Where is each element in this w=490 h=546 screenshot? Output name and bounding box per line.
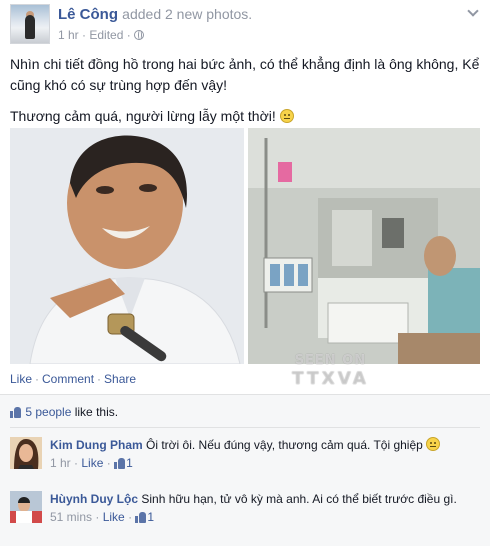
likes-count-link[interactable]: 5 people: [25, 405, 71, 419]
author-name-link[interactable]: Lê Công: [58, 6, 118, 23]
meta-separator: ·: [128, 510, 133, 524]
photo-portrait[interactable]: [10, 128, 244, 364]
comment-like-link[interactable]: Like: [103, 510, 125, 524]
post-actions: Like · Comment · Share: [10, 372, 136, 386]
comment-like-count[interactable]: 1: [126, 456, 133, 470]
post-header: Lê Công added 2 new photos. 1 hr · Edite…: [10, 4, 480, 46]
comment-author-link[interactable]: Hùynh Duy Lộc: [50, 492, 138, 506]
thumbs-up-icon: [10, 406, 22, 418]
post-meta: 1 hr · Edited ·: [58, 28, 145, 42]
post-paragraph-1: Nhìn chi tiết đồng hồ trong hai bức ảnh,…: [10, 56, 480, 93]
like-link[interactable]: Like: [10, 372, 32, 386]
commenter-avatar-image: [10, 491, 42, 523]
photo-portrait-illustration: [10, 128, 244, 364]
comment-timestamp[interactable]: 1 hr: [50, 456, 71, 470]
smile-emoticon-icon: [279, 109, 294, 123]
chevron-down-icon[interactable]: [466, 6, 480, 20]
watermark-line-2: TTXVA: [292, 369, 369, 389]
author-line: Lê Công added 2 new photos.: [58, 6, 252, 23]
photo-watermark: SEEN ON TTXVA: [292, 352, 369, 388]
comment-author-link[interactable]: Kim Dung Pham: [50, 438, 143, 452]
meta-separator: ·: [126, 28, 131, 42]
comment-content: Kim Dung Pham Ôi trời ôi. Nếu đúng vậy, …: [50, 437, 480, 453]
comment-item: Hùynh Duy Lộc Sinh hữu hạn, tử vô kỳ mà …: [10, 491, 480, 539]
likes-summary: 5 people like this.: [10, 405, 118, 419]
commenter-avatar[interactable]: [10, 491, 42, 523]
smile-emoticon-icon: [426, 437, 441, 451]
comment-meta: 1 hr · Like · 1: [50, 455, 480, 471]
divider: [10, 427, 480, 428]
likes-suffix: like this.: [71, 405, 119, 419]
post-paragraph-2: Thương cảm quá, người lừng lẫy một thời!: [10, 106, 480, 127]
watermark-line-1: SEEN ON: [294, 353, 367, 368]
comment-like-link[interactable]: Like: [81, 456, 103, 470]
thumbs-up-icon: [135, 511, 147, 523]
photo-hospital[interactable]: [248, 128, 480, 364]
post-message: Nhìn chi tiết đồng hồ trong hai bức ảnh,…: [10, 54, 480, 127]
avatar-figure-shape: [25, 15, 35, 39]
photo-hospital-illustration: [248, 128, 480, 364]
meta-separator: ·: [82, 28, 87, 42]
photo-grid: [10, 128, 480, 364]
thumbs-up-icon: [114, 457, 126, 469]
edited-link[interactable]: Edited: [89, 28, 123, 42]
share-link[interactable]: Share: [104, 372, 136, 386]
meta-separator: ·: [74, 456, 79, 470]
comment-content: Hùynh Duy Lộc Sinh hữu hạn, tử vô kỳ mà …: [50, 491, 480, 507]
action-separator: ·: [35, 372, 40, 386]
globe-icon[interactable]: [134, 30, 145, 40]
author-avatar[interactable]: [10, 4, 50, 44]
action-separator: ·: [97, 372, 102, 386]
comment-timestamp[interactable]: 51 mins: [50, 510, 92, 524]
comment-text: Sinh hữu hạn, tử vô kỳ mà anh. Ai có thể…: [141, 492, 457, 506]
feedback-section: 5 people like this. Kim Dung Pham Ôi trờ…: [0, 394, 490, 546]
comment-meta: 51 mins · Like · 1: [50, 509, 480, 525]
post-timestamp-link[interactable]: 1 hr: [58, 28, 79, 42]
commenter-avatar-image: [10, 437, 42, 469]
post-action-text: added 2 new photos.: [122, 6, 253, 22]
comment-text: Ôi trời ôi. Nếu đúng vậy, thương cảm quá…: [146, 438, 423, 452]
comment-item: Kim Dung Pham Ôi trời ôi. Nếu đúng vậy, …: [10, 437, 480, 485]
meta-separator: ·: [106, 456, 111, 470]
comment-body: Kim Dung Pham Ôi trời ôi. Nếu đúng vậy, …: [50, 437, 480, 471]
comment-like-count[interactable]: 1: [147, 510, 154, 524]
meta-separator: ·: [95, 510, 100, 524]
commenter-avatar[interactable]: [10, 437, 42, 469]
post-paragraph-2-text: Thương cảm quá, người lừng lẫy một thời!: [10, 108, 276, 124]
comment-body: Hùynh Duy Lộc Sinh hữu hạn, tử vô kỳ mà …: [50, 491, 480, 525]
comment-link[interactable]: Comment: [42, 372, 94, 386]
